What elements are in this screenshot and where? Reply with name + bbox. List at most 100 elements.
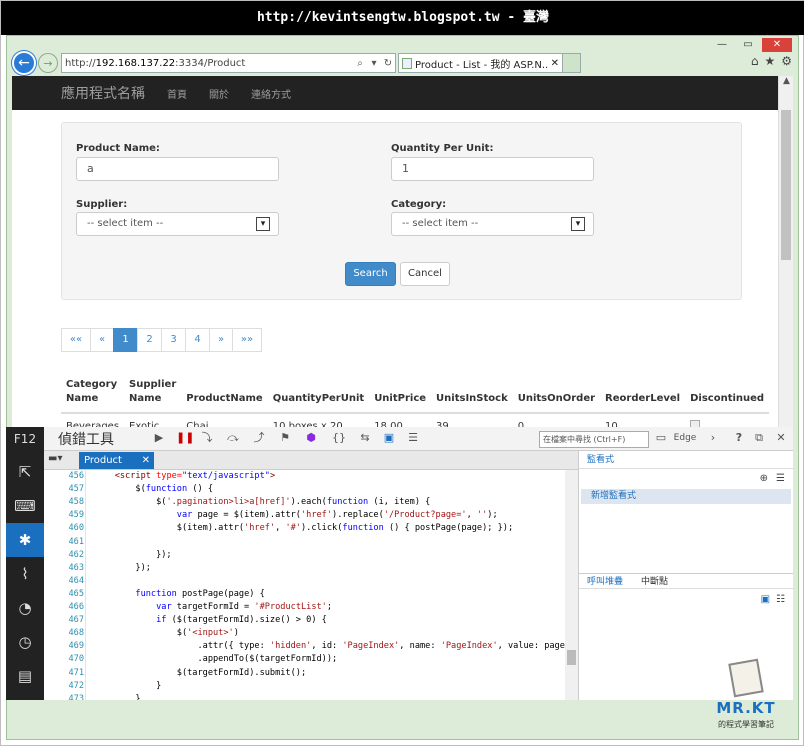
step-into-icon[interactable]: ⤵: [200, 431, 214, 445]
close-devtools-icon[interactable]: ✕: [774, 431, 788, 445]
pager-prev[interactable]: «: [90, 328, 114, 352]
line-number[interactable]: 459: [44, 510, 84, 520]
logo-subtitle: 的程式學習筆記: [718, 720, 774, 729]
code-scrollbar[interactable]: [565, 470, 578, 700]
file-tab-product[interactable]: Product ✕: [79, 452, 154, 469]
cancel-button[interactable]: Cancel: [400, 262, 450, 286]
dom-explorer-icon[interactable]: ⇱: [6, 455, 44, 489]
line-number[interactable]: 473: [44, 694, 84, 700]
line-number[interactable]: 461: [44, 537, 84, 547]
tab-close-icon[interactable]: ✕: [551, 58, 559, 69]
line-number[interactable]: 465: [44, 589, 84, 599]
debugger-icon[interactable]: ✱: [6, 523, 44, 557]
pager-page-3[interactable]: 3: [161, 328, 186, 352]
memory-icon[interactable]: ◷: [6, 625, 44, 659]
forward-button[interactable]: →: [39, 54, 57, 72]
add-watch-icon[interactable]: ⊕: [760, 473, 768, 484]
line-number[interactable]: 460: [44, 523, 84, 533]
scroll-thumb[interactable]: [781, 110, 791, 260]
devtools-tool-sidebar: ⇱ ⌨ ✱ ⌇ ◔ ◷ ▤: [6, 451, 44, 700]
continue-icon[interactable]: ▶: [152, 431, 166, 445]
file-tab-close-icon[interactable]: ✕: [142, 452, 150, 469]
pagination: «« « 1 2 3 4 » »»: [61, 328, 262, 352]
back-button[interactable]: ←: [12, 51, 36, 75]
chevron-down-icon[interactable]: ▾: [571, 217, 585, 231]
exception-behavior-icon[interactable]: ⬢: [304, 431, 318, 445]
code-scroll-thumb[interactable]: [567, 650, 576, 665]
break-on-new-worker-icon[interactable]: ⚑: [278, 431, 292, 445]
folder-icon[interactable]: ▬▾: [48, 453, 70, 467]
line-number[interactable]: 464: [44, 576, 84, 586]
address-url[interactable]: http://192.168.137.22:3334/Product: [65, 58, 353, 69]
just-my-code-icon[interactable]: ▣: [382, 431, 396, 445]
scroll-up-icon[interactable]: ▲: [779, 76, 793, 90]
refresh-icon[interactable]: ↻: [381, 58, 395, 69]
site-brand[interactable]: 應用程式名稱: [61, 83, 145, 103]
address-bar[interactable]: http://192.168.137.22:3334/Product ⌕ ▾ ↻: [61, 53, 396, 73]
line-number[interactable]: 466: [44, 602, 84, 612]
new-watch-row[interactable]: 新增監看式: [581, 489, 791, 504]
new-tab-button[interactable]: [563, 53, 581, 73]
performance-icon[interactable]: ◔: [6, 591, 44, 625]
document-mode-select[interactable]: Edge: [670, 431, 700, 445]
pager-page-4[interactable]: 4: [185, 328, 210, 352]
favorites-star-icon[interactable]: ★: [764, 54, 775, 68]
console-toggle-icon[interactable]: ›: [706, 431, 720, 445]
line-number[interactable]: 462: [44, 550, 84, 560]
forward-arrow-icon: →: [43, 56, 53, 70]
nav-link-contact[interactable]: 連絡方式: [251, 86, 291, 101]
line-number[interactable]: 468: [44, 628, 84, 638]
tab-callstack[interactable]: 呼叫堆疊: [587, 574, 623, 590]
nav-link-home[interactable]: 首頁: [167, 86, 187, 101]
category-select[interactable]: -- select item -- ▾: [391, 212, 594, 236]
search-button[interactable]: Search: [345, 262, 396, 286]
line-number[interactable]: 470: [44, 654, 84, 664]
line-number[interactable]: 457: [44, 484, 84, 494]
network-icon[interactable]: ⌇: [6, 557, 44, 591]
pager-last[interactable]: »»: [232, 328, 262, 352]
pager-page-2[interactable]: 2: [137, 328, 162, 352]
pager-first[interactable]: ««: [61, 328, 91, 352]
line-number[interactable]: 472: [44, 681, 84, 691]
clear-breakpoints-icon[interactable]: ☰: [406, 431, 420, 445]
line-number[interactable]: 456: [44, 471, 84, 481]
page-scrollbar[interactable]: ▲ ▼: [778, 76, 793, 448]
supplier-select[interactable]: -- select item -- ▾: [76, 212, 279, 236]
tab-breakpoints[interactable]: 中斷點: [641, 574, 668, 590]
pager-next[interactable]: »: [209, 328, 233, 352]
quantity-per-unit-input[interactable]: 1: [391, 157, 594, 181]
settings-gear-icon[interactable]: ⚙: [781, 54, 792, 68]
line-number[interactable]: 458: [44, 497, 84, 507]
step-out-icon[interactable]: ⤴: [252, 431, 266, 445]
watch-header[interactable]: 監看式: [579, 451, 793, 469]
emulation-icon[interactable]: ▤: [6, 659, 44, 693]
line-number[interactable]: 469: [44, 641, 84, 651]
devtools-title: 偵錯工具: [58, 432, 114, 448]
word-wrap-icon[interactable]: ⇆: [358, 431, 372, 445]
address-search-icon[interactable]: ⌕: [353, 58, 367, 69]
product-name-label: Product Name:: [76, 143, 160, 154]
line-number[interactable]: 467: [44, 615, 84, 625]
browser-tab[interactable]: Product - List - 我的 ASP.N... ✕: [398, 53, 563, 73]
delete-watch-icon[interactable]: ☰: [776, 473, 785, 484]
show-frames-icon[interactable]: ▣: [761, 594, 770, 605]
product-name-input[interactable]: a: [76, 157, 279, 181]
address-dropdown-icon[interactable]: ▾: [367, 58, 381, 69]
find-in-files-input[interactable]: 在檔案中尋找 (Ctrl+F): [539, 431, 649, 448]
break-icon[interactable]: ❚❚: [176, 431, 194, 445]
home-icon[interactable]: ⌂: [751, 54, 759, 68]
nav-link-about[interactable]: 關於: [209, 86, 229, 101]
line-number[interactable]: 463: [44, 563, 84, 573]
pager-page-1[interactable]: 1: [113, 328, 138, 352]
toggle-library-icon[interactable]: ☷: [776, 594, 785, 605]
pretty-print-icon[interactable]: {}: [332, 431, 346, 445]
code-line: }: [94, 693, 141, 700]
code-editor[interactable]: 456 457 458 459 460 461 462 463 464 465 466 467 468 4…: [44, 470, 578, 700]
console-icon[interactable]: ⌨: [6, 489, 44, 523]
chevron-down-icon[interactable]: ▾: [256, 217, 270, 231]
step-over-icon[interactable]: ⤼: [226, 431, 240, 445]
undock-icon[interactable]: ⧉: [752, 431, 766, 445]
help-icon[interactable]: ?: [732, 431, 746, 445]
emulation-mode-icon[interactable]: ▭: [654, 431, 668, 445]
line-number[interactable]: 471: [44, 668, 84, 678]
